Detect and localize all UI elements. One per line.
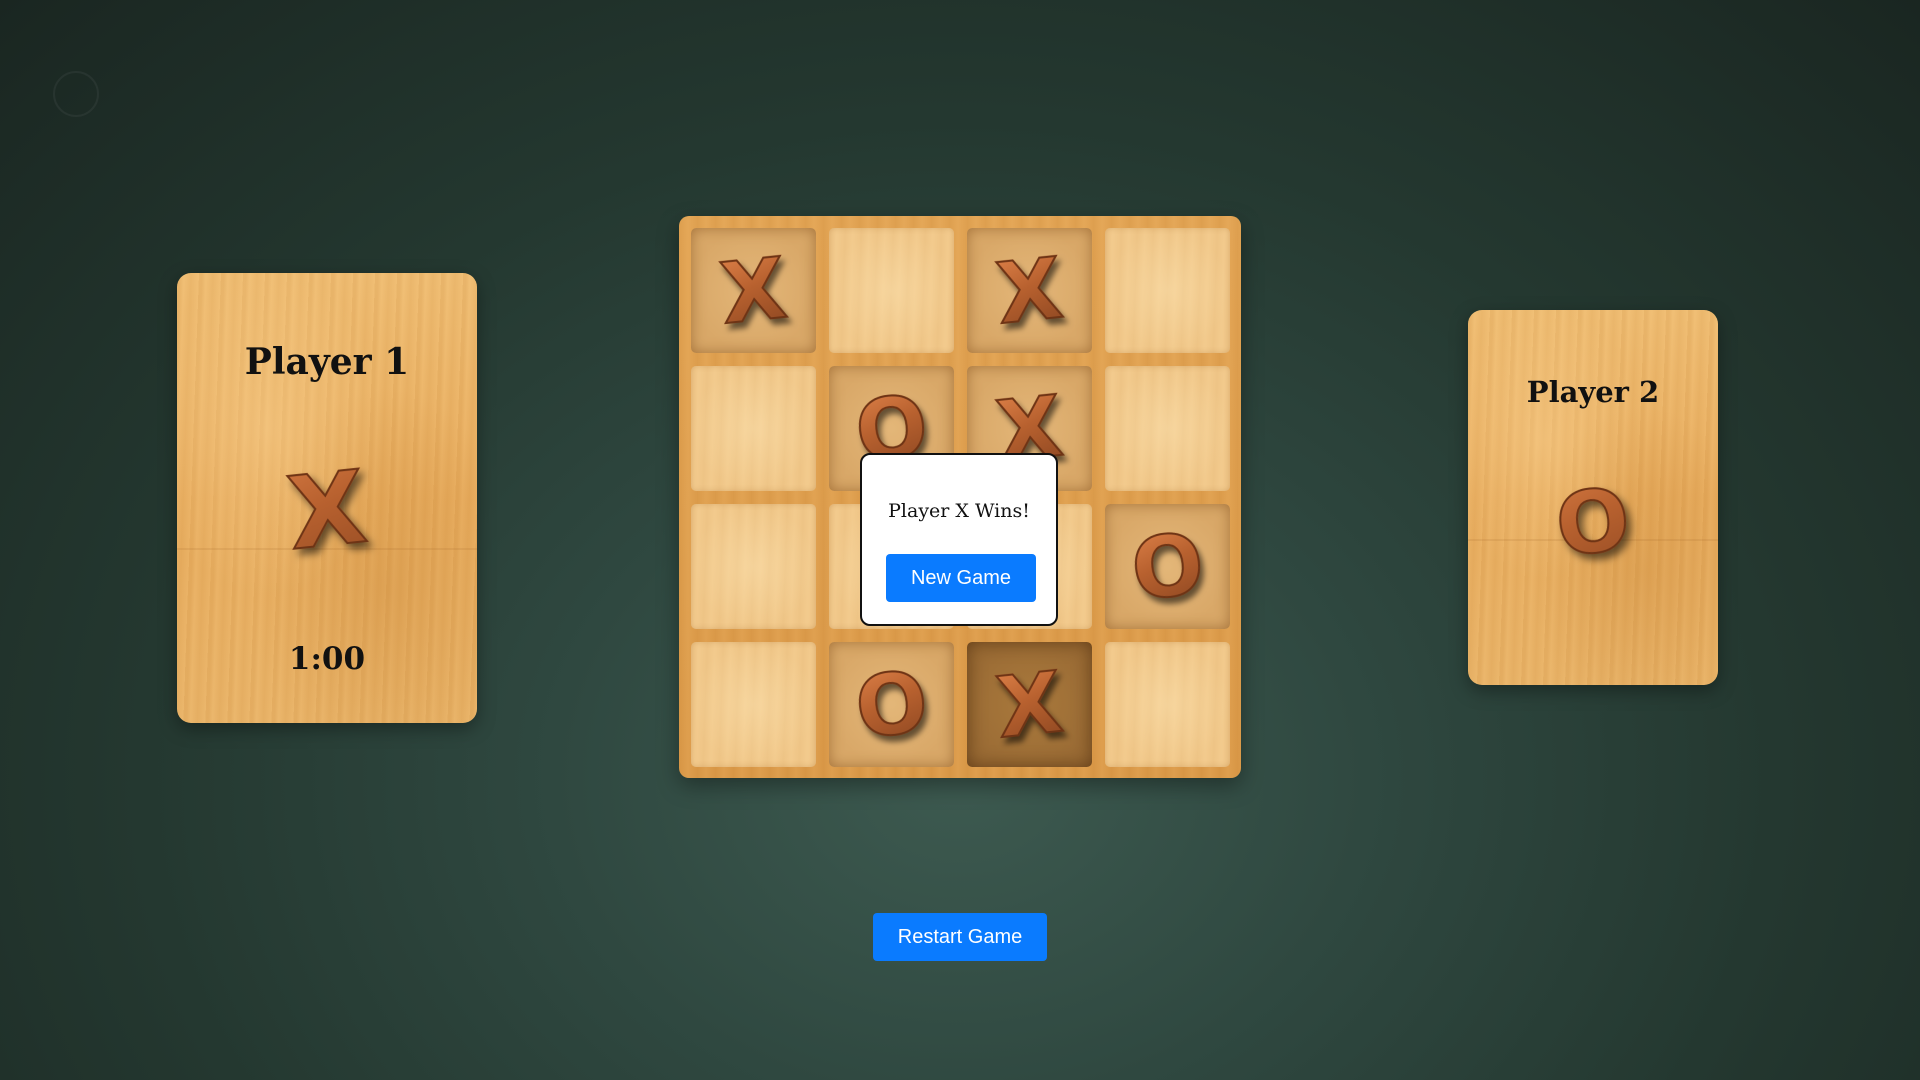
board-cell-r2-c1[interactable] [691,366,816,491]
board-cell-r2-c4[interactable] [1105,366,1230,491]
cell-mark: X [991,237,1068,343]
board-cell-r3-c1[interactable] [691,504,816,629]
player1-x-symbol-icon: X [177,446,477,577]
cell-mark: X [715,237,792,343]
board-cell-r4-c2[interactable]: O [829,642,954,767]
board-cell-r4-c3[interactable]: X [967,642,1092,767]
player1-timer: 1:00 [288,641,366,677]
board-cell-r3-c4[interactable]: O [1105,504,1230,629]
win-message: Player X Wins! [888,500,1030,522]
player2-o-symbol-icon: O [1468,467,1718,579]
player2-title: Player 2 [1526,375,1660,409]
cell-mark: X [991,651,1068,757]
board-cell-r4-c1[interactable] [691,642,816,767]
board-cell-r1-c4[interactable] [1105,228,1230,353]
board-cell-r1-c3[interactable]: X [967,228,1092,353]
player1-title: Player 1 [244,341,410,383]
faint-circle-icon [53,71,99,117]
board-cell-r1-c1[interactable]: X [691,228,816,353]
player1-card: Player 1 X 1:00 [177,273,477,723]
cell-mark: O [850,651,933,758]
cell-mark: O [1126,513,1209,620]
new-game-button[interactable]: New Game [886,554,1036,602]
board-cell-r4-c4[interactable] [1105,642,1230,767]
player2-card: Player 2 O [1468,310,1718,685]
board-cell-r1-c2[interactable] [829,228,954,353]
restart-game-button[interactable]: Restart Game [873,913,1047,961]
win-modal: Player X Wins! New Game [860,453,1058,626]
